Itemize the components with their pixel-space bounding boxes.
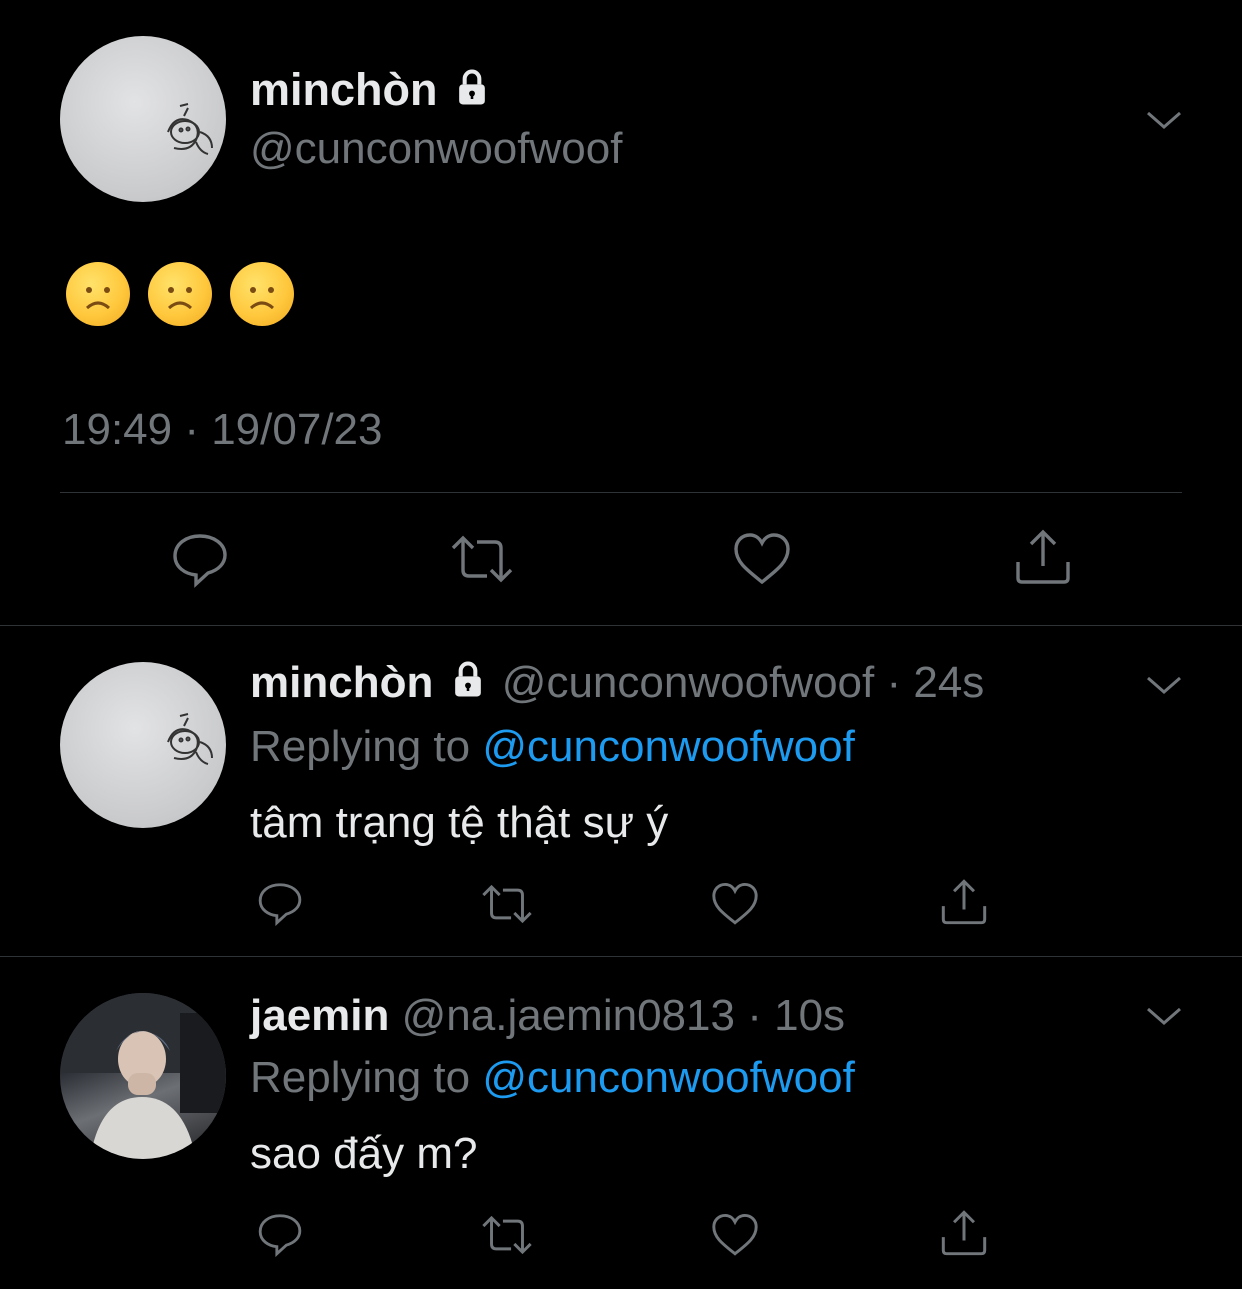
retweet-icon xyxy=(451,535,513,583)
avatar[interactable] xyxy=(60,662,226,828)
handle[interactable]: @na.jaemin0813 xyxy=(402,991,735,1040)
avatar[interactable] xyxy=(60,993,226,1159)
tweet-text: tâm trạng tệ thật sự ý xyxy=(250,798,669,847)
tweet-content xyxy=(66,262,312,331)
lock-icon xyxy=(450,66,494,121)
like-button[interactable] xyxy=(711,882,759,931)
doodle-puppy-avatar-icon xyxy=(167,103,213,155)
reply-icon xyxy=(258,883,302,927)
retweet-icon xyxy=(482,1215,532,1255)
frowning-face-icon xyxy=(230,262,294,326)
doodle-puppy-avatar-icon xyxy=(167,713,213,765)
mention-link[interactable]: @cunconwoofwoof xyxy=(482,722,854,771)
tweet-text: sao đấy m? xyxy=(250,1129,478,1178)
share-icon xyxy=(941,1210,987,1256)
avatar[interactable] xyxy=(60,36,226,202)
like-icon xyxy=(712,882,758,925)
replying-prefix: Replying to xyxy=(250,722,471,771)
reply-tweet[interactable]: minchòn @cunconwoofwoof · 24s Replying t… xyxy=(0,626,1242,956)
chevron-down-icon[interactable] xyxy=(1144,1001,1184,1029)
divider xyxy=(60,492,1182,493)
reply-tweet[interactable]: jaemin @na.jaemin0813 · 10s Replying to … xyxy=(0,957,1242,1289)
handle[interactable]: @cunconwoofwoof xyxy=(250,124,622,174)
handle[interactable]: @cunconwoofwoof xyxy=(502,658,874,707)
like-icon xyxy=(734,533,790,585)
chevron-down-icon[interactable] xyxy=(1144,670,1184,698)
share-button[interactable] xyxy=(1014,528,1072,591)
chevron-down-icon[interactable] xyxy=(1144,105,1184,133)
share-button[interactable] xyxy=(940,878,988,931)
display-name[interactable]: minchòn xyxy=(250,658,433,707)
separator: · xyxy=(747,991,762,1040)
author-row: jaemin @na.jaemin0813 · 10s xyxy=(250,991,845,1041)
like-button[interactable] xyxy=(711,1213,759,1262)
replying-prefix: Replying to xyxy=(250,1053,471,1102)
separator: · xyxy=(886,658,902,708)
retweet-button[interactable] xyxy=(449,532,515,591)
retweet-icon xyxy=(482,884,532,924)
display-name[interactable]: jaemin xyxy=(250,991,389,1040)
lock-icon xyxy=(446,658,490,713)
time-ago[interactable]: 10s xyxy=(774,991,845,1040)
author-row: minchòn @cunconwoofwoof · 24s xyxy=(250,658,984,713)
person-photo-avatar-icon xyxy=(60,993,226,1159)
timestamp[interactable]: 19:49 · 19/07/23 xyxy=(62,405,382,455)
replying-to: Replying to @cunconwoofwoof xyxy=(250,722,855,772)
retweet-button[interactable] xyxy=(480,882,534,931)
share-icon xyxy=(941,879,987,925)
frowning-face-icon xyxy=(148,262,212,326)
reply-button[interactable] xyxy=(256,880,304,931)
like-icon xyxy=(712,1213,758,1256)
time-ago[interactable]: 24s xyxy=(913,658,984,707)
share-button[interactable] xyxy=(940,1209,988,1262)
replying-to: Replying to @cunconwoofwoof xyxy=(250,1053,855,1103)
reply-icon xyxy=(173,534,227,588)
reply-button[interactable] xyxy=(256,1211,304,1262)
like-button[interactable] xyxy=(733,532,791,591)
reply-button[interactable] xyxy=(170,530,230,593)
mention-link[interactable]: @cunconwoofwoof xyxy=(482,1053,854,1102)
share-icon xyxy=(1016,529,1070,584)
display-name[interactable]: minchòn xyxy=(250,64,438,115)
reply-icon xyxy=(258,1214,302,1258)
author-row: minchòn xyxy=(250,64,494,121)
retweet-button[interactable] xyxy=(480,1213,534,1262)
frowning-face-icon xyxy=(66,262,130,326)
